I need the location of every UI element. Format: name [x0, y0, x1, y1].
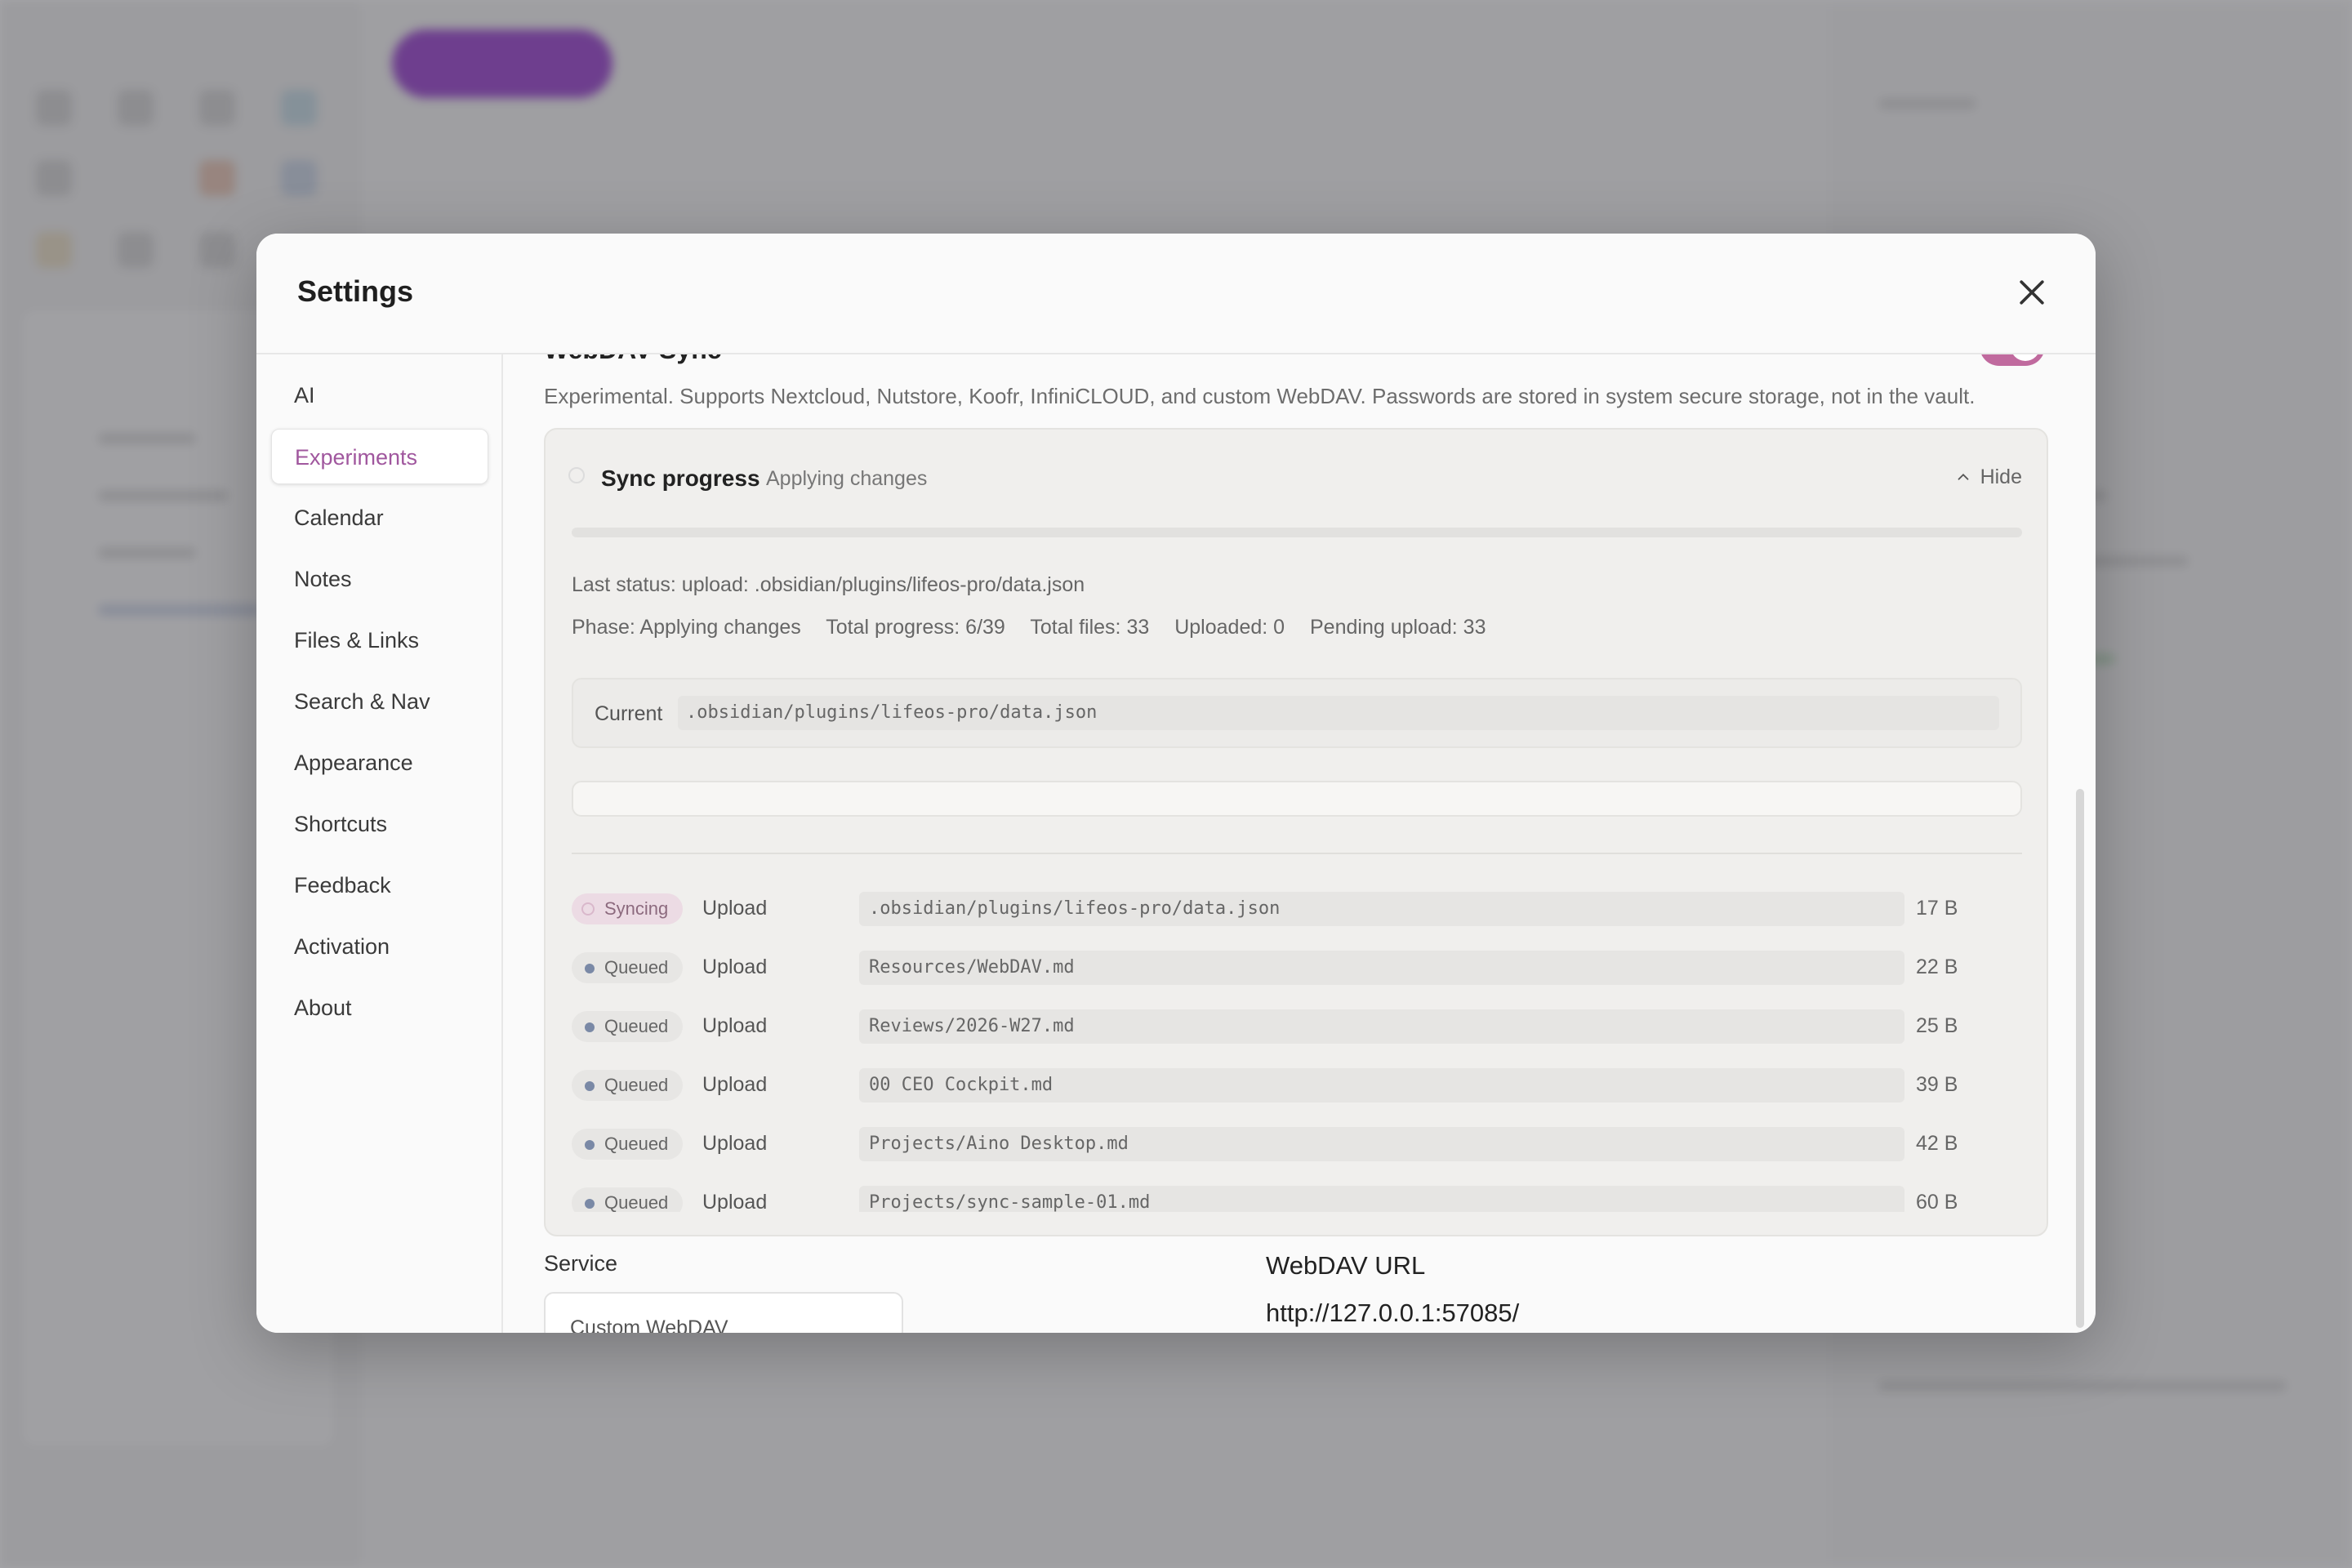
queue-row: Syncing Upload .obsidian/plugins/lifeos-… [572, 890, 2022, 928]
file-path: Resources/WebDAV.md [859, 951, 1904, 985]
sidebar-item-experiments[interactable]: Experiments [271, 429, 488, 484]
syncing-spinner-icon [581, 902, 595, 915]
log-box [572, 781, 2022, 817]
settings-content: WebDAV Sync Experimental. Supports Nextc… [503, 353, 2096, 1333]
sidebar-item-appearance[interactable]: Appearance [271, 735, 488, 791]
webdav-url-label: WebDAV URL [1266, 1251, 1426, 1280]
queue-row: Queued Upload Projects/sync-sample-01.md… [572, 1184, 2022, 1212]
service-label: Service [544, 1251, 618, 1276]
section-title: WebDAV Sync [544, 353, 722, 365]
sync-progress-bar [572, 528, 2022, 537]
chevron-up-icon [1958, 473, 1968, 480]
queued-dot-icon [585, 964, 595, 973]
current-label: Current [595, 702, 663, 725]
current-path: .obsidian/plugins/lifeos-pro/data.json [678, 696, 1999, 730]
settings-sidebar: AI Experiments Calendar Notes Files & Li… [256, 353, 503, 1333]
file-path: .obsidian/plugins/lifeos-pro/data.json [859, 892, 1904, 926]
content-scrollbar[interactable] [2076, 789, 2084, 1328]
sidebar-item-shortcuts[interactable]: Shortcuts [271, 796, 488, 852]
operation: Upload [702, 1014, 768, 1037]
sidebar-item-ai[interactable]: AI [271, 368, 488, 423]
settings-modal: Settings AI Experiments Calendar Notes F… [256, 234, 2096, 1333]
sync-progress-card: Sync progress Applying changes Hide Last… [544, 428, 2048, 1236]
sidebar-item-activation[interactable]: Activation [271, 919, 488, 974]
stat-total-progress: Total progress: 6/39 [826, 616, 1005, 639]
file-size: 17 B [1916, 897, 1958, 920]
status-badge: Syncing [572, 893, 684, 924]
close-button[interactable] [2014, 274, 2050, 310]
stat-pending-upload: Pending upload: 33 [1310, 616, 1486, 639]
operation: Upload [702, 1073, 768, 1096]
stat-phase: Phase: Applying changes [572, 616, 801, 639]
file-path: Projects/Aino Desktop.md [859, 1127, 1904, 1161]
status-badge: Queued [572, 1011, 684, 1042]
queue-row: Queued Upload Projects/Aino Desktop.md 4… [572, 1125, 2022, 1163]
file-size: 60 B [1916, 1191, 1958, 1212]
modal-title: Settings [297, 274, 414, 308]
section-description: Experimental. Supports Nextcloud, Nutsto… [544, 384, 1976, 408]
queued-dot-icon [585, 1022, 595, 1032]
file-size: 39 B [1916, 1073, 1958, 1096]
queue-row: Queued Upload 00 CEO Cockpit.md 39 B [572, 1067, 2022, 1104]
sidebar-item-notes[interactable]: Notes [271, 551, 488, 607]
queued-dot-icon [585, 1081, 595, 1091]
queue-row: Queued Upload Resources/WebDAV.md 22 B [572, 949, 2022, 987]
file-size: 42 B [1916, 1132, 1958, 1155]
sidebar-item-feedback[interactable]: Feedback [271, 858, 488, 913]
operation: Upload [702, 897, 768, 920]
current-file-box: Current .obsidian/plugins/lifeos-pro/dat… [572, 678, 2022, 748]
file-path: 00 CEO Cockpit.md [859, 1068, 1904, 1102]
status-badge: Queued [572, 952, 684, 983]
sync-stats: Phase: Applying changes Total progress: … [572, 616, 1505, 639]
service-select-value: Custom WebDAV [570, 1316, 728, 1333]
sidebar-item-files-links[interactable]: Files & Links [271, 612, 488, 668]
queued-dot-icon [585, 1199, 595, 1209]
sidebar-item-about[interactable]: About [271, 980, 488, 1036]
file-path: Projects/sync-sample-01.md [859, 1186, 1904, 1212]
service-select[interactable]: Custom WebDAV [544, 1292, 903, 1333]
sync-progress-subtitle: Applying changes [766, 467, 928, 490]
divider [572, 853, 2022, 854]
modal-header: Settings [256, 234, 2096, 354]
sidebar-item-calendar[interactable]: Calendar [271, 490, 488, 546]
file-size: 22 B [1916, 956, 1958, 978]
queue-row: Queued Upload Reviews/2026-W27.md 25 B [572, 1008, 2022, 1045]
webdav-sync-toggle[interactable] [1980, 353, 2045, 366]
file-size: 25 B [1916, 1014, 1958, 1037]
hide-button[interactable]: Hide [1954, 461, 2022, 493]
file-path: Reviews/2026-W27.md [859, 1009, 1904, 1044]
sync-progress-title: Sync progress [601, 466, 760, 491]
status-badge: Queued [572, 1070, 684, 1101]
last-status: Last status: upload: .obsidian/plugins/l… [572, 573, 1085, 596]
webdav-url-input[interactable]: http://127.0.0.1:57085/ [1266, 1298, 1519, 1328]
status-badge: Queued [572, 1187, 684, 1212]
queued-dot-icon [585, 1140, 595, 1150]
status-badge: Queued [572, 1129, 684, 1160]
close-icon [2020, 280, 2044, 305]
spinner-icon [568, 467, 585, 483]
operation: Upload [702, 1132, 768, 1155]
operation: Upload [702, 956, 768, 978]
hide-label: Hide [1980, 465, 2022, 488]
operation: Upload [702, 1191, 768, 1212]
stat-uploaded: Uploaded: 0 [1174, 616, 1285, 639]
stat-total-files: Total files: 33 [1030, 616, 1150, 639]
sidebar-item-search-nav[interactable]: Search & Nav [271, 674, 488, 729]
